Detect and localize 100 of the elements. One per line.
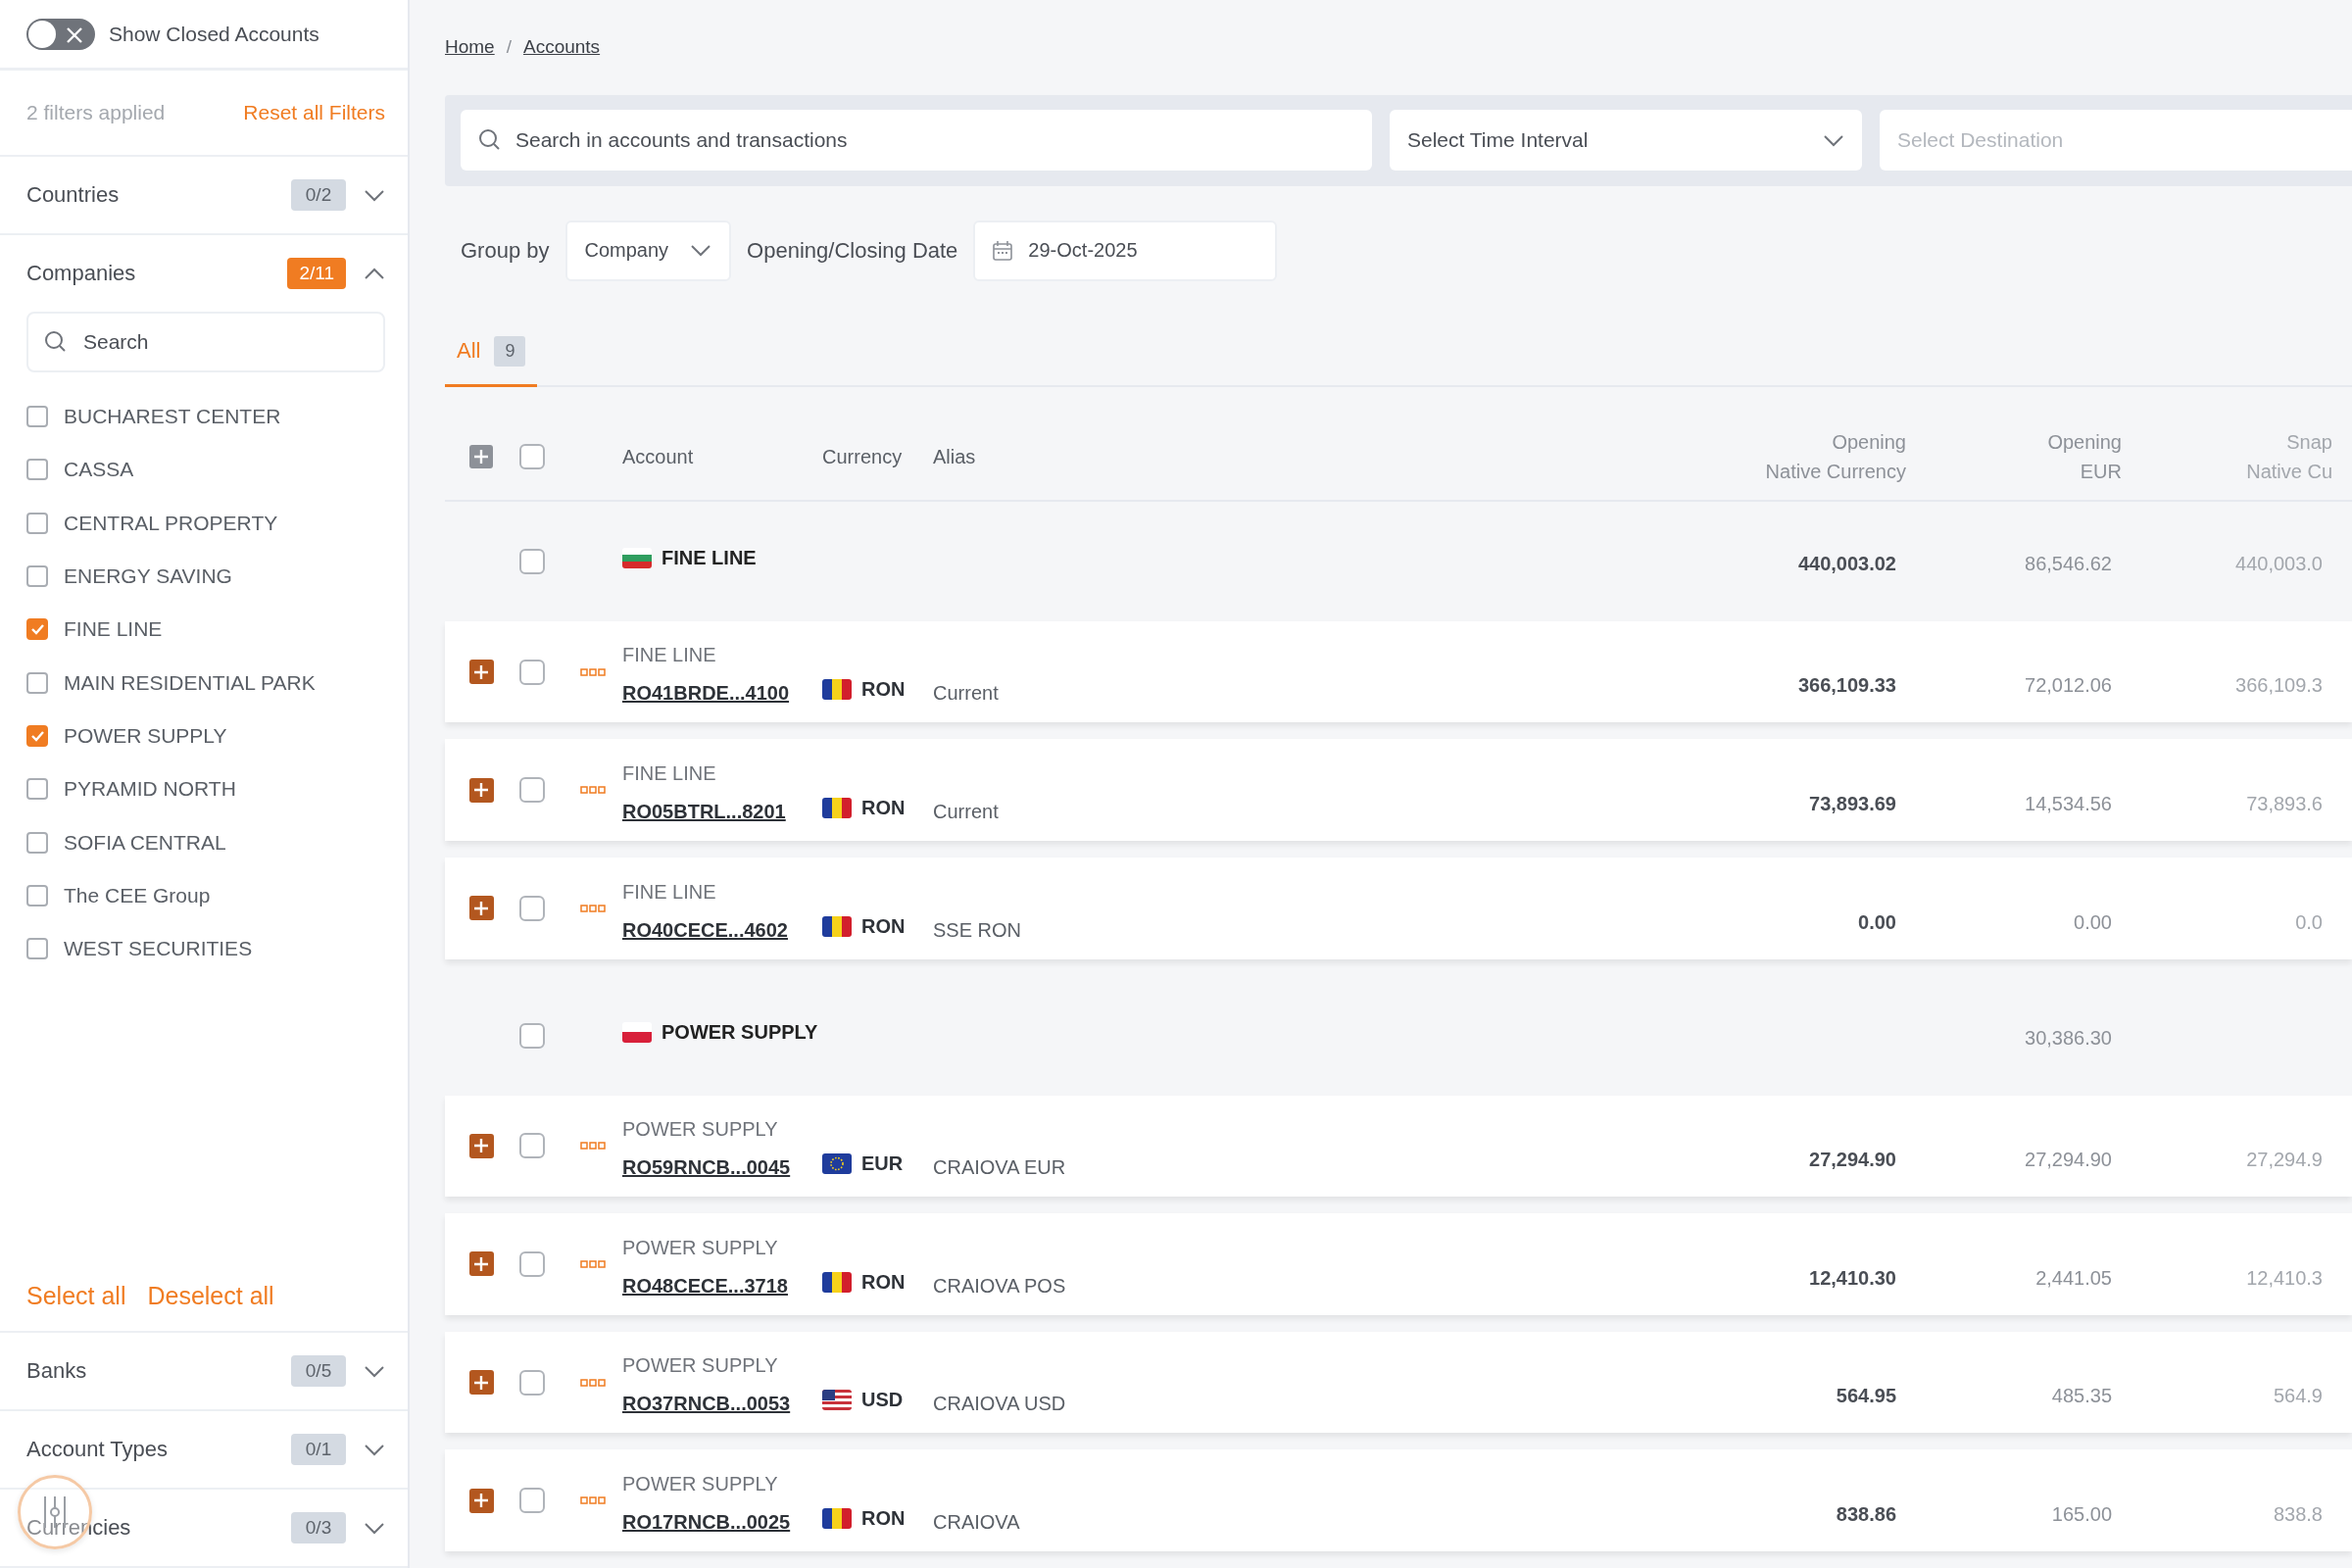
toggle-switch[interactable] (26, 18, 95, 50)
alias-text: Current (933, 800, 1000, 824)
checkbox[interactable] (519, 895, 545, 921)
currency-code: RON (861, 1506, 906, 1530)
group-name: POWER SUPPLY (662, 1020, 818, 1044)
alias-text: CRAIOVA POS (933, 1274, 1067, 1298)
amount-cell-text: 366,109.3 (2234, 674, 2324, 699)
expand-button[interactable] (468, 777, 494, 803)
search-icon (44, 330, 67, 353)
expand-button[interactable] (468, 1488, 494, 1513)
search-field[interactable]: Search (26, 312, 385, 372)
checkbox[interactable] (26, 406, 48, 428)
amount-cell-text: 440,003.0 (2234, 552, 2324, 575)
amount-cell-text: 73,893.6 (2245, 792, 2324, 816)
option-label[interactable]: The CEE Group (64, 883, 211, 907)
us-flag-icon (822, 1390, 852, 1411)
expand-button[interactable] (468, 1251, 494, 1277)
calendar-icon (993, 240, 1013, 261)
checkbox[interactable] (26, 459, 48, 481)
currency-code: RON (861, 1270, 906, 1294)
option-label[interactable]: POWER SUPPLY (64, 723, 227, 748)
romanian-flag-icon (822, 679, 852, 701)
option-label[interactable]: FINE LINE (64, 617, 163, 642)
checkbox[interactable] (26, 671, 48, 694)
tab[interactable]: All 9 (445, 318, 538, 387)
checkbox[interactable] (26, 831, 48, 854)
amount-cell-text: 366,109.33 (1796, 674, 1897, 699)
checkbox[interactable] (519, 1133, 545, 1159)
option-label[interactable]: PYRAMID NORTH (64, 777, 236, 802)
account-link[interactable]: RO17RNCB...0025 (622, 1510, 822, 1534)
option-label[interactable]: BUCHAREST CENTER (64, 405, 281, 429)
option-label[interactable]: CASSA (64, 458, 134, 482)
account-link[interactable]: RO59RNCB...0045 (622, 1156, 822, 1180)
currency-code: RON (861, 914, 906, 938)
more-options-icon[interactable] (580, 1259, 606, 1268)
filter-section-title[interactable]: Account Types (26, 1437, 273, 1462)
romanian-flag-icon (822, 797, 852, 818)
date-field[interactable]: 29-Oct-2025 (973, 220, 1278, 281)
checkbox[interactable] (519, 548, 545, 574)
amount-cell-text: 564.9 (2272, 1385, 2324, 1409)
amount-cell-text: 564.95 (1835, 1385, 1897, 1409)
breadcrumb-link[interactable]: Accounts (522, 36, 601, 59)
count-badge: 0/2 (291, 179, 346, 211)
company-name: POWER SUPPLY (622, 1118, 779, 1142)
bulgarian-flag-icon (622, 547, 652, 568)
time-interval-dropdown[interactable]: Select Time Interval (1390, 110, 1862, 172)
eu-flag-icon (822, 1153, 852, 1175)
account-link[interactable]: RO48CECE...3718 (622, 1274, 822, 1298)
option-label[interactable]: CENTRAL PROPERTY (64, 511, 278, 535)
checkbox[interactable] (26, 618, 48, 641)
checkbox[interactable] (26, 884, 48, 906)
alias-text: SSE RON (933, 918, 1023, 943)
amount-cell-text: 165.00 (2050, 1502, 2113, 1527)
amount-cell-text: 72,012.06 (2024, 674, 2113, 699)
expand-button[interactable] (468, 660, 494, 684)
checkbox[interactable] (519, 1250, 545, 1277)
group-by-dropdown[interactable]: Company (564, 220, 732, 281)
option-label[interactable]: SOFIA CENTRAL (64, 830, 226, 855)
filter-section-title[interactable]: Banks (26, 1358, 273, 1384)
close-icon (66, 25, 83, 44)
option-label[interactable]: WEST SECURITIES (64, 937, 253, 961)
checkbox[interactable] (26, 778, 48, 801)
chevron-down-icon (690, 243, 712, 259)
breadcrumb-separator: / (506, 36, 512, 59)
expand-all-button[interactable] (469, 445, 493, 469)
more-options-icon[interactable] (580, 786, 606, 795)
checkbox[interactable] (26, 724, 48, 747)
account-link[interactable]: RO37RNCB...0053 (622, 1393, 822, 1416)
column-header: Opening EUR (2046, 430, 2123, 485)
breadcrumb-link[interactable]: Home (445, 36, 495, 59)
toggle-label: Show Closed Accounts (109, 22, 319, 46)
option-label[interactable]: ENERGY SAVING (64, 564, 232, 589)
expand-button[interactable] (468, 1133, 494, 1158)
checkbox[interactable] (519, 777, 545, 804)
checkbox[interactable] (519, 1369, 545, 1396)
checkbox[interactable] (26, 565, 48, 588)
account-link[interactable]: RO05BTRL...8201 (622, 800, 822, 823)
expand-button[interactable] (468, 1370, 494, 1396)
filter-section-title[interactable]: Countries (26, 182, 273, 208)
more-options-icon[interactable] (580, 1142, 606, 1151)
option-label[interactable]: MAIN RESIDENTIAL PARK (64, 670, 316, 695)
checkbox[interactable] (519, 1022, 545, 1049)
checkbox[interactable] (519, 659, 545, 685)
filter-section-title[interactable]: Companies (26, 261, 270, 286)
checkbox[interactable] (519, 444, 545, 470)
checkbox[interactable] (26, 938, 48, 960)
search-field[interactable]: Search in accounts and transactions (461, 110, 1372, 172)
more-options-icon[interactable] (580, 1378, 606, 1387)
checkbox[interactable] (26, 512, 48, 534)
company-name: FINE LINE (622, 644, 717, 667)
expand-button[interactable] (468, 896, 494, 921)
account-link[interactable]: RO41BRDE...4100 (622, 682, 822, 706)
account-link[interactable]: RO40CECE...4602 (622, 918, 822, 942)
checkbox[interactable] (519, 1488, 545, 1514)
more-options-icon[interactable] (580, 1496, 606, 1505)
more-options-icon[interactable] (580, 667, 606, 676)
column-header: Currency (822, 445, 904, 468)
amount-cell-text: 0.00 (1857, 910, 1897, 935)
more-options-icon[interactable] (580, 904, 606, 912)
polish-flag-icon (622, 1021, 652, 1043)
